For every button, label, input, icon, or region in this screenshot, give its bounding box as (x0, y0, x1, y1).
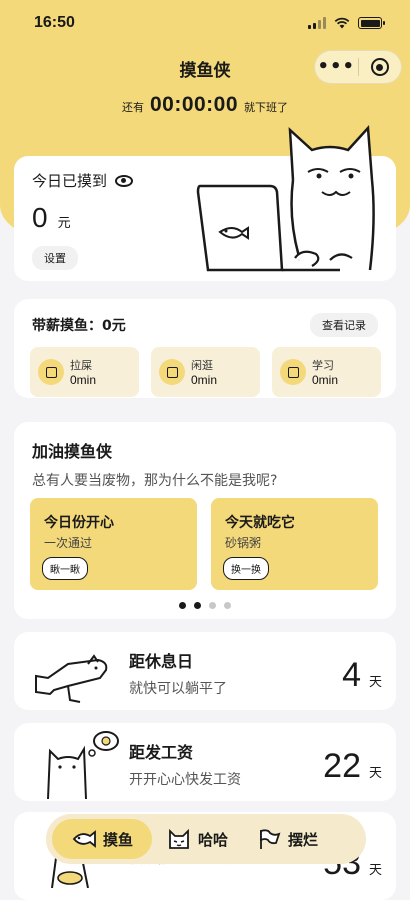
activity-label: 拉屎 (70, 359, 92, 372)
days-unit: 天 (368, 675, 382, 690)
pager-dot[interactable] (224, 602, 231, 609)
today-title: 今日已摸到 (32, 172, 108, 190)
close-button[interactable] (359, 51, 402, 83)
view-records-button[interactable]: 查看记录 (310, 313, 378, 337)
activity-list: 拉屎 0min 闲逛 0min 学习 0min (30, 347, 381, 397)
activity-stroll[interactable]: 闲逛 0min (151, 347, 260, 397)
activity-value: 0min (191, 373, 218, 387)
payday-countdown-card: 距发工资 开开心心快发工资 22 天 (14, 723, 396, 801)
activity-label: 闲逛 (191, 359, 213, 372)
swap-button[interactable]: 换一换 (223, 557, 269, 580)
signal-icon (308, 17, 326, 29)
cheer-title: 加油摸鱼侠 (32, 442, 113, 461)
more-button[interactable]: ••• (315, 51, 358, 83)
fish-icon (72, 830, 96, 848)
days-number: 4 (342, 656, 361, 694)
offwork-countdown: 还有 00:00:00 就下班了 (0, 93, 410, 117)
activity-toilet[interactable]: 拉屎 0min (30, 347, 139, 397)
close-target-icon (370, 58, 389, 76)
cheer-carousel[interactable]: 今日份开心 一次通过 瞅一瞅 今天就吃它 砂锅粥 换一换 (30, 498, 378, 590)
days-number: 22 (323, 747, 361, 785)
status-icons (308, 17, 385, 29)
cheer-card: 加油摸鱼侠 总有人要当废物，那为什么不能是我呢? 今日份开心 一次通过 瞅一瞅 … (14, 422, 396, 619)
pager-dot[interactable] (209, 602, 216, 609)
tab-label: 摆烂 (288, 830, 319, 849)
cheer-item-happy: 今日份开心 一次通过 瞅一瞅 (30, 498, 197, 590)
battery-icon (358, 17, 385, 29)
tab-haha[interactable]: 哈哈 (152, 819, 242, 859)
more-dots-icon: ••• (317, 56, 355, 77)
cheer-item-food: 今天就吃它 砂锅粥 换一换 (211, 498, 378, 590)
lying-cat-doodle (35, 654, 108, 703)
book-icon (280, 359, 306, 385)
countdown-title: 距发工资 (129, 743, 194, 762)
cat-laptop-illustration (196, 125, 375, 272)
coffee-icon (159, 359, 185, 385)
cheer-subtitle: 总有人要当废物，那为什么不能是我呢? (32, 473, 278, 489)
pager-dot[interactable] (179, 602, 186, 609)
bottom-tabbar: 摸鱼 哈哈 摆烂 (46, 814, 366, 864)
days-unit: 天 (368, 863, 382, 878)
countdown-time: 00:00:00 (149, 93, 239, 116)
countdown-subtitle: 就快可以躺平了 (129, 681, 227, 697)
peek-button[interactable]: 瞅一瞅 (42, 557, 88, 580)
days-unit: 天 (368, 766, 382, 781)
status-bar: 16:50 (0, 0, 410, 46)
cheer-item-title: 今天就吃它 (225, 515, 295, 531)
status-time: 16:50 (34, 14, 75, 31)
flag-icon (260, 829, 281, 849)
pager-dot[interactable] (194, 602, 201, 609)
countdown-title: 距休息日 (129, 652, 194, 671)
cat-face-icon (169, 828, 189, 849)
countdown-days: 22 天 (323, 747, 382, 786)
tab-label: 哈哈 (198, 830, 229, 849)
today-amount-row: 0 元 (32, 202, 71, 234)
activity-study[interactable]: 学习 0min (272, 347, 381, 397)
toilet-icon (38, 359, 64, 385)
today-unit: 元 (57, 216, 71, 231)
activity-label: 学习 (312, 359, 334, 372)
activity-value: 0min (312, 373, 339, 387)
countdown-subtitle: 开开心心快发工资 (129, 772, 241, 788)
countdown-days: 4 天 (342, 656, 382, 695)
paid-slacking-card: 带薪摸鱼：0元 查看记录 拉屎 0min 闲逛 0min 学习 0min (14, 299, 396, 398)
activity-value: 0min (70, 373, 97, 387)
cheer-item-desc: 一次通过 (44, 536, 93, 550)
tab-label: 摸鱼 (102, 830, 133, 849)
carousel-pager (14, 602, 396, 609)
settings-button[interactable]: 设置 (32, 246, 78, 270)
cheer-item-title: 今日份开心 (44, 515, 114, 531)
tab-give-up[interactable]: 摆烂 (242, 819, 332, 859)
today-amount: 0 (32, 202, 48, 233)
cheer-item-desc: 砂锅粥 (225, 536, 262, 550)
mini-program-capsule: ••• (314, 50, 402, 84)
wifi-icon (334, 17, 350, 29)
dreaming-cat-doodle (47, 731, 119, 799)
eye-icon[interactable] (115, 174, 134, 187)
countdown-suffix: 就下班了 (244, 101, 289, 114)
today-title-row: 今日已摸到 (32, 170, 134, 191)
weekend-countdown-card: 距休息日 就快可以躺平了 4 天 (14, 632, 396, 710)
tab-slacking[interactable]: 摸鱼 (52, 819, 152, 859)
paid-slacking-title: 带薪摸鱼：0元 (32, 318, 126, 334)
countdown-prefix: 还有 (121, 101, 144, 114)
